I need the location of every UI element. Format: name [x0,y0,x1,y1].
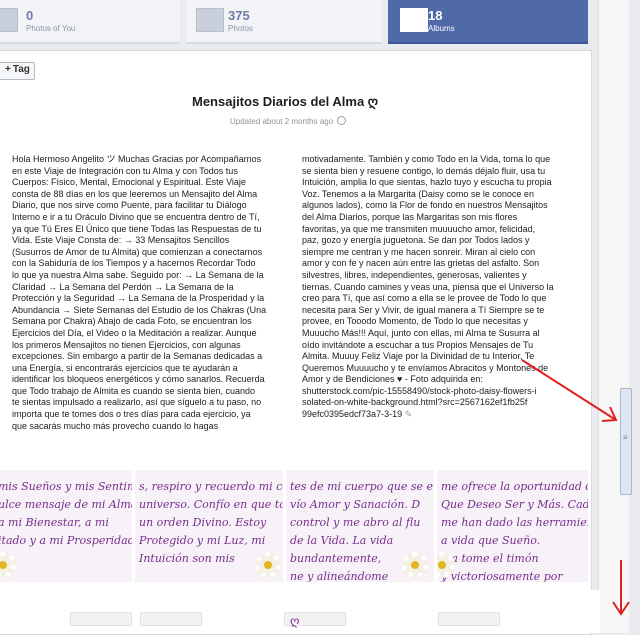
daisy-icon [402,552,428,578]
page-scrollbar[interactable] [598,0,629,633]
album-title: Mensajitos Diarios del Alma ღ [192,94,379,109]
tab-albums[interactable]: 18 Albums [388,0,588,44]
photos-of-you-count: 0 [26,8,34,23]
albums-thumbnail [400,8,428,32]
albums-label: Albums [428,24,455,33]
album-description-column-1: Hola Hermoso Angelito ツ Muchas Gracias p… [12,154,267,431]
photos-of-you-label: Photos of You [26,24,76,33]
photo-grid: mis Sueños y mis Sentim ulce mensaje de … [0,470,591,590]
photo-thumbnail[interactable]: mis Sueños y mis Sentim ulce mensaje de … [0,470,135,582]
tab-photos-of-you[interactable]: 0 Photos of You [0,0,180,44]
album-description-column-2: motivadamente. También y como Todo en la… [302,154,584,421]
tag-button-label: Tag [12,64,30,75]
scrollbar-thumb[interactable]: ≡ [620,388,632,495]
photos-count: 375 [228,8,250,23]
photo-thumbnail[interactable] [70,612,132,626]
album-updated-text: Updated about 2 months ago [230,117,334,126]
photo-thumbnail[interactable]: me ofrece la oportunidad d Que Deseo Ser… [437,470,591,582]
photo-caption-text: mis Sueños y mis Sentim ulce mensaje de … [0,480,135,547]
tab-photos[interactable]: 375 Photos [186,0,382,44]
plus-icon: + [5,64,11,75]
globe-icon[interactable] [337,116,347,125]
album-description-column-2-text: motivadamente. También y como Todo en la… [302,154,554,420]
album-updated: Updated about 2 months ago [230,116,347,126]
edit-pencil-icon[interactable]: ✎ [405,409,413,419]
photo-stats-bar: 0 Photos of You 375 Photos 18 Albums [0,0,588,44]
photos-of-you-thumbnail [0,8,18,32]
photos-thumbnail [196,8,224,32]
photo-thumbnail[interactable]: s, respiro y recuerdo mi co universo. Co… [135,470,286,582]
albums-count: 18 [428,8,443,23]
heart-glyph: ღ [290,614,300,628]
photo-caption-text: me ofrece la oportunidad d Que Deseo Ser… [441,480,591,582]
photos-label: Photos [228,24,253,33]
daisy-icon [0,552,16,578]
scrollbar-grip-icon: ≡ [623,433,628,442]
tag-button[interactable]: + Tag [0,62,35,80]
photo-thumbnail[interactable]: tes de mi cuerpo que se e vío Amor y San… [286,470,437,582]
daisy-icon [255,552,281,578]
photo-thumbnail[interactable] [438,612,500,626]
photo-thumbnail[interactable] [140,612,202,626]
photo-grid-next-row: ღ [0,590,600,633]
daisy-icon [437,552,455,578]
